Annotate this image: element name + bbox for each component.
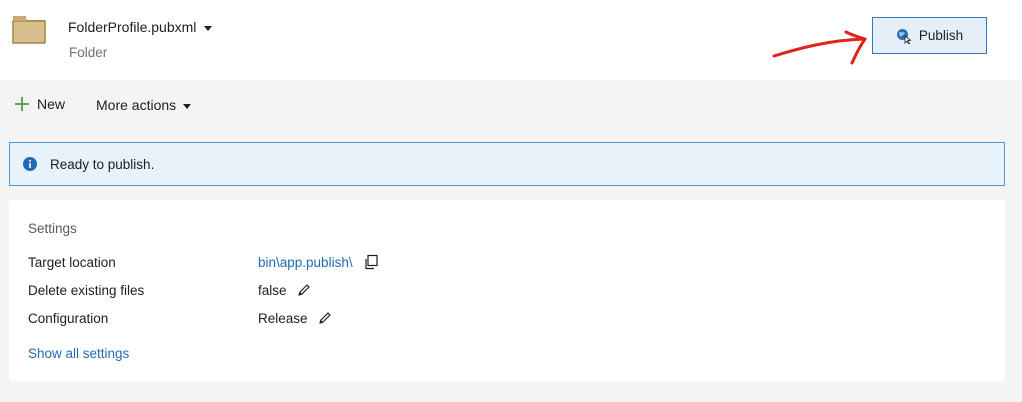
chevron-down-icon (183, 103, 192, 109)
folder-icon (12, 16, 46, 44)
setting-row-delete-existing-files: Delete existing files false (28, 280, 311, 300)
setting-value: Release (258, 310, 308, 326)
setting-row-configuration: Configuration Release (28, 308, 332, 328)
publish-button-label: Publish (918, 28, 964, 43)
more-actions-label: More actions (96, 97, 177, 113)
chevron-down-icon (204, 25, 213, 31)
new-profile-button[interactable]: New (14, 96, 65, 112)
profile-type-label: Folder (69, 45, 108, 60)
new-button-label: New (37, 96, 66, 112)
settings-card: Settings Target location bin\app.publish… (9, 200, 1005, 381)
profile-selector[interactable]: FolderProfile.pubxml (68, 19, 213, 35)
profile-name-label: FolderProfile.pubxml (68, 19, 197, 35)
pencil-icon[interactable] (318, 311, 332, 325)
status-info-bar: Ready to publish. (9, 142, 1005, 186)
show-all-settings-link[interactable]: Show all settings (28, 346, 129, 361)
globe-cursor-icon (896, 28, 912, 44)
pencil-icon[interactable] (297, 283, 311, 297)
publish-button[interactable]: Publish (872, 17, 987, 54)
plus-icon (15, 97, 29, 111)
settings-title: Settings (28, 221, 77, 236)
more-actions-dropdown[interactable]: More actions (96, 97, 192, 113)
publish-toolbar: New More actions (0, 88, 1022, 122)
status-message: Ready to publish. (50, 156, 155, 172)
setting-label: Target location (28, 254, 116, 270)
copy-icon[interactable] (363, 254, 379, 270)
publish-header: FolderProfile.pubxml Folder Publish (0, 0, 1022, 80)
setting-value: false (258, 282, 287, 298)
annotation-arrow (772, 30, 867, 65)
setting-row-target-location: Target location bin\app.publish\ (28, 252, 379, 272)
setting-label: Configuration (28, 310, 109, 326)
target-location-link[interactable]: bin\app.publish\ (258, 255, 353, 270)
setting-label: Delete existing files (28, 282, 145, 298)
info-icon (23, 157, 37, 171)
